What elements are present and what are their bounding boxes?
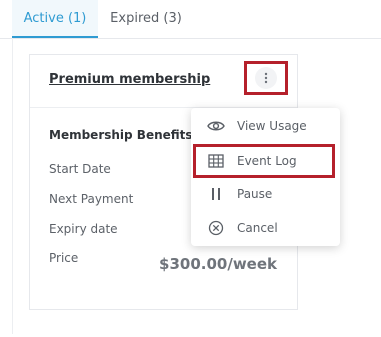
membership-benefits-label: Membership Benefits	[49, 128, 193, 142]
menu-item-cancel[interactable]: Cancel	[191, 211, 340, 245]
price-label: Price	[49, 251, 79, 265]
next-payment-label: Next Payment	[49, 192, 134, 206]
price-value: $300.00/week	[159, 255, 277, 273]
membership-title[interactable]: Premium membership	[49, 72, 210, 87]
view-usage-label: View Usage	[237, 119, 307, 133]
event-log-label: Event Log	[237, 154, 297, 168]
expiry-date-label: Expiry date	[49, 222, 118, 236]
options-dropdown-menu: View Usage Event Log Pause Cancel	[191, 108, 340, 246]
left-divider	[12, 38, 13, 334]
kebab-menu-icon	[255, 67, 277, 89]
pause-label: Pause	[237, 187, 273, 201]
pause-icon	[207, 185, 225, 203]
menu-item-view-usage[interactable]: View Usage	[191, 109, 340, 143]
tab-bar: Active (1) Expired (3)	[0, 0, 381, 39]
menu-item-pause[interactable]: Pause	[191, 177, 340, 211]
more-options-button[interactable]	[244, 61, 288, 95]
cancel-icon	[207, 219, 225, 237]
start-date-label: Start Date	[49, 162, 111, 176]
cancel-label: Cancel	[237, 221, 278, 235]
eye-icon	[207, 117, 225, 135]
tab-expired[interactable]: Expired (3)	[106, 0, 186, 38]
menu-item-event-log[interactable]: Event Log	[193, 144, 335, 178]
tab-active[interactable]: Active (1)	[12, 0, 98, 38]
table-icon	[207, 152, 225, 170]
